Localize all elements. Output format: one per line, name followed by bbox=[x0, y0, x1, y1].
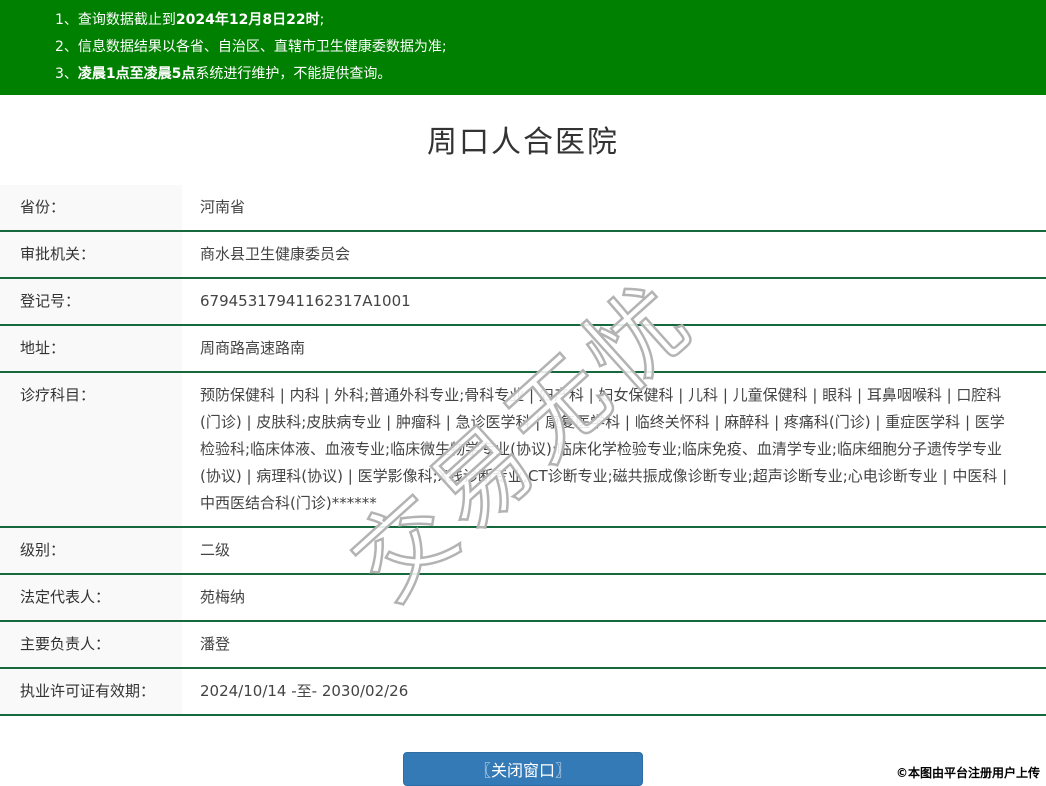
field-label: 登记号： bbox=[0, 279, 182, 324]
field-value: 67945317941162317A1001 bbox=[200, 292, 411, 310]
close-window-button[interactable]: 〖关闭窗口〗 bbox=[403, 752, 643, 786]
table-row: 省份： 河南省 bbox=[0, 185, 1046, 232]
notice-text: 系统进行维护，不能提供查询。 bbox=[195, 66, 392, 82]
field-value: 河南省 bbox=[200, 198, 246, 216]
notice-banner: 1、查询数据截止到2024年12月8日22时; 2、信息数据结果以各省、自治区、直… bbox=[0, 0, 1046, 95]
table-row: 法定代表人： 苑梅纳 bbox=[0, 575, 1046, 622]
notice-number: 2、 bbox=[55, 39, 78, 55]
field-value: 预防保健科 | 内科 | 外科;普通外科专业;骨科专业 | 妇产科 | 妇女保健… bbox=[200, 386, 1008, 512]
notice-text: ; bbox=[319, 12, 325, 28]
field-value: 2024/10/14 -至- 2030/02/26 bbox=[200, 682, 409, 700]
button-bar: 〖关闭窗口〗 bbox=[0, 752, 1046, 786]
field-label: 法定代表人： bbox=[0, 575, 182, 620]
info-table: 省份： 河南省 审批机关： 商水县卫生健康委员会 登记号： 679453179411623… bbox=[0, 185, 1046, 716]
table-row: 地址： 周商路高速路南 bbox=[0, 326, 1046, 373]
field-value: 苑梅纳 bbox=[200, 588, 246, 606]
table-row: 诊疗科目： 预防保健科 | 内科 | 外科;普通外科专业;骨科专业 | 妇产科 |… bbox=[0, 373, 1046, 528]
field-value: 潘登 bbox=[200, 635, 231, 653]
field-value: 周商路高速路南 bbox=[200, 339, 306, 357]
page-title: 周口人合医院 bbox=[427, 125, 619, 160]
notice-text: 2024年12月8日22时 bbox=[175, 12, 320, 28]
notice-line: 2、信息数据结果以各省、自治区、直辖市卫生健康委数据为准; bbox=[55, 34, 1026, 61]
field-label: 执业许可证有效期： bbox=[0, 669, 182, 714]
notice-line: 3、凌晨1点至凌晨5点系统进行维护，不能提供查询。 bbox=[55, 61, 1026, 88]
field-label: 地址： bbox=[0, 326, 182, 371]
table-row: 登记号： 67945317941162317A1001 bbox=[0, 279, 1046, 326]
field-label: 审批机关： bbox=[0, 232, 182, 277]
notice-text: 信息数据结果以各省、自治区、直辖市卫生健康委数据为准; bbox=[77, 39, 447, 55]
credit-note: ©本图由平台注册用户上传 bbox=[895, 766, 1040, 780]
notice-line: 1、查询数据截止到2024年12月8日22时; bbox=[55, 7, 1026, 34]
notice-text: 凌晨1点至凌晨5点 bbox=[77, 66, 196, 82]
table-row: 执业许可证有效期： 2024/10/14 -至- 2030/02/26 bbox=[0, 669, 1046, 716]
notice-number: 3、 bbox=[55, 66, 78, 82]
table-row: 审批机关： 商水县卫生健康委员会 bbox=[0, 232, 1046, 279]
field-value: 二级 bbox=[200, 541, 231, 559]
table-row: 主要负责人： 潘登 bbox=[0, 622, 1046, 669]
field-label: 省份： bbox=[0, 185, 182, 230]
field-label: 主要负责人： bbox=[0, 622, 182, 667]
field-value: 商水县卫生健康委员会 bbox=[200, 245, 351, 263]
notice-text: 查询数据截止到 bbox=[77, 12, 176, 28]
notice-number: 1、 bbox=[55, 12, 78, 28]
field-label: 诊疗科目： bbox=[0, 373, 182, 526]
notice-list: 1、查询数据截止到2024年12月8日22时; 2、信息数据结果以各省、自治区、直… bbox=[55, 7, 1026, 88]
field-label: 级别： bbox=[0, 528, 182, 573]
table-row: 级别： 二级 bbox=[0, 528, 1046, 575]
